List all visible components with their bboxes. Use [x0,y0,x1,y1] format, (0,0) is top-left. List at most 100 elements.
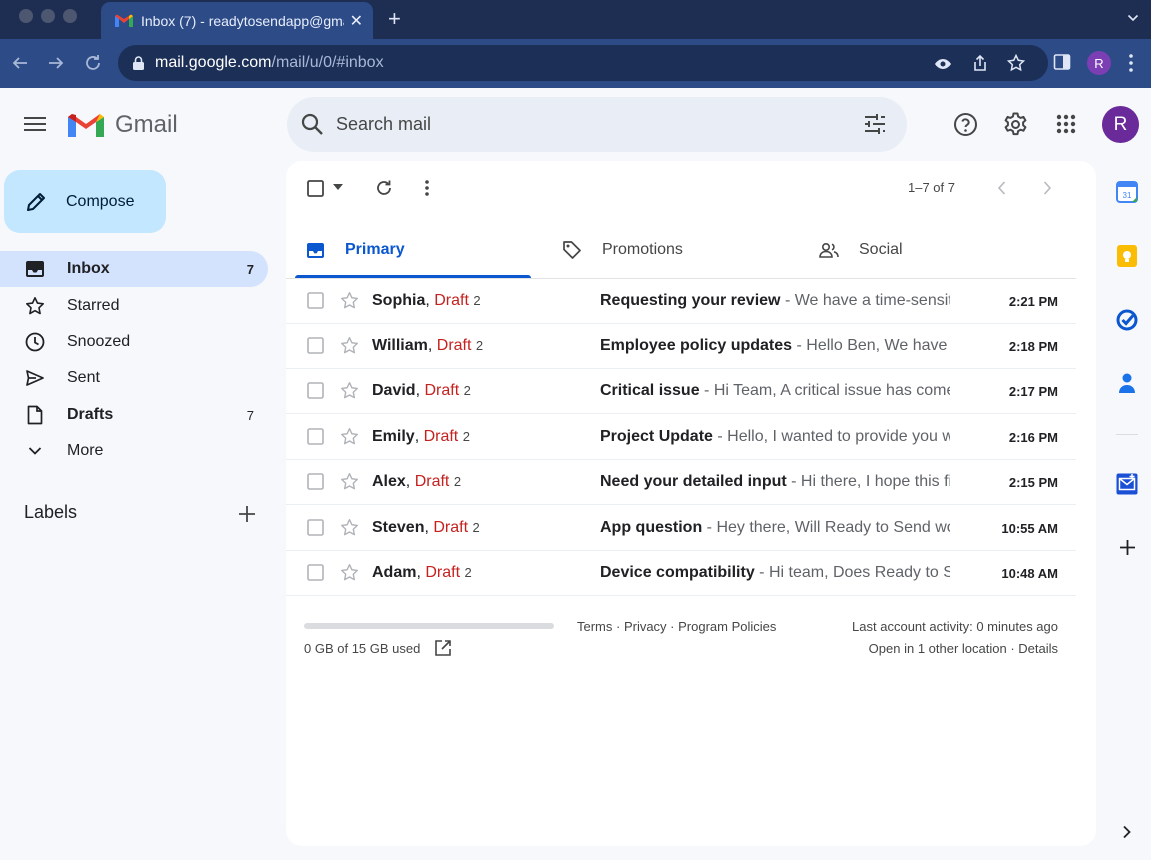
email-time: 2:18 PM [1008,339,1058,354]
star-icon[interactable] [340,472,359,491]
sidebar-item-inbox[interactable]: Inbox 7 [0,251,268,287]
tab-title: Inbox (7) - readytosendapp@gmail.com [141,12,344,29]
row-checkbox[interactable] [307,428,324,445]
star-icon[interactable] [340,291,359,310]
sidebar-item-sent[interactable]: Sent [0,360,268,396]
star-icon[interactable] [340,518,359,537]
account-avatar[interactable]: R [1102,106,1139,143]
star-icon[interactable] [340,336,359,355]
email-row[interactable]: Alex, Draft 2 Need your detailed input -… [286,460,1076,505]
open-external-icon[interactable] [434,639,452,657]
tag-icon [563,241,581,259]
browser-menu-icon[interactable] [1128,53,1134,73]
row-checkbox[interactable] [307,292,324,309]
row-checkbox[interactable] [307,382,324,399]
tab-close-icon[interactable]: ✕ [350,11,363,31]
main-menu-icon[interactable] [24,115,46,133]
select-all-checkbox[interactable] [307,180,324,197]
eye-icon[interactable] [934,55,952,73]
search-options-icon[interactable] [863,112,887,136]
email-row[interactable]: Emily, Draft 2 Project Update - Hello, I… [286,415,1076,460]
bookmark-star-icon[interactable] [1007,54,1025,72]
unread-count: 7 [246,261,254,277]
email-subject: Need your detailed input - Hi there, I h… [600,473,950,490]
url-path: /mail/u/0/#inbox [271,54,384,71]
star-icon[interactable] [340,381,359,400]
new-tab-button[interactable]: + [388,7,401,31]
row-checkbox[interactable] [307,519,324,536]
tab-label: Primary [345,241,405,258]
window-close-dot[interactable] [19,9,33,23]
calendar-icon[interactable]: 31 [1116,181,1138,203]
pencil-icon [27,192,45,211]
share-icon[interactable] [971,54,989,72]
get-addons-icon[interactable] [1119,539,1136,556]
email-sender: Steven, Draft 2 [372,519,480,536]
row-checkbox[interactable] [307,473,324,490]
side-panel-divider [1116,434,1138,435]
sidebar-item-more[interactable]: More [0,433,268,469]
email-sender: Emily, Draft 2 [372,428,470,445]
sidebar-item-snoozed[interactable]: Snoozed [0,324,268,360]
refresh-icon[interactable] [375,179,393,197]
sidebar-item-label: Sent [67,369,100,386]
browser-tab-gmail[interactable]: Inbox (7) - readytosendapp@gmail.com ✕ [101,2,373,39]
row-checkbox[interactable] [307,337,324,354]
compose-button[interactable]: Compose [4,170,166,233]
footer-links[interactable]: Terms · Privacy · Program Policies [577,619,776,634]
gmail-logo-icon[interactable] [68,113,104,139]
search-icon[interactable] [300,112,324,136]
email-time: 2:15 PM [1008,475,1058,490]
email-row[interactable]: Sophia, Draft 2 Requesting your review -… [286,279,1076,324]
drafts-count: 7 [246,407,254,423]
settings-gear-icon[interactable] [1003,112,1028,137]
browser-toolbar: mail.google.com/mail/u/0/#inbox R [0,39,1151,88]
back-arrow-icon[interactable] [10,53,30,73]
apps-grid-icon[interactable] [1056,114,1076,134]
email-subject: Device compatibility - Hi team, Does Rea… [600,564,950,581]
row-checkbox[interactable] [307,564,324,581]
email-row[interactable]: William, Draft 2 Employee policy updates… [286,324,1076,369]
inbox-icon [307,242,324,258]
email-row[interactable]: Steven, Draft 2 App question - Hey there… [286,506,1076,551]
tasks-icon[interactable] [1116,309,1138,331]
email-subject: Employee policy updates - Hello Ben, We … [600,337,950,354]
tab-search-chevron-icon[interactable] [1127,12,1139,24]
email-row[interactable]: Adam, Draft 2 Device compatibility - Hi … [286,551,1076,596]
star-icon[interactable] [340,563,359,582]
window-minimize-dot[interactable] [41,9,55,23]
browser-profile-avatar[interactable]: R [1087,51,1111,75]
sidebar-item-label: Inbox [67,260,110,277]
side-panel-icon[interactable] [1053,53,1071,71]
contacts-icon[interactable] [1116,372,1138,394]
expand-side-panel-icon[interactable] [1122,825,1132,839]
email-row[interactable]: David, Draft 2 Critical issue - Hi Team,… [286,369,1076,414]
email-time: 2:21 PM [1008,294,1058,309]
activity-details-link[interactable]: Open in 1 other location · Details [869,641,1058,656]
storage-usage-text: 0 GB of 15 GB used [304,641,421,656]
tab-promotions[interactable]: Promotions [562,222,683,278]
older-page-icon[interactable] [1041,180,1053,196]
tab-label: Social [859,241,903,258]
address-bar[interactable]: mail.google.com/mail/u/0/#inbox [118,45,1048,81]
email-time: 10:55 AM [1001,521,1058,536]
keep-icon[interactable] [1116,245,1138,267]
email-subject: Critical issue - Hi Team, A critical iss… [600,382,950,399]
newer-page-icon[interactable] [996,180,1008,196]
add-label-icon[interactable] [238,505,256,523]
email-time: 10:48 AM [1001,566,1058,581]
reload-icon[interactable] [83,53,103,73]
star-icon[interactable] [340,427,359,446]
ready-to-send-addon-icon[interactable] [1116,473,1138,495]
forward-arrow-icon[interactable] [46,53,66,73]
search-input[interactable] [336,110,836,138]
tab-social[interactable]: Social [819,222,903,278]
sidebar-item-starred[interactable]: Starred [0,288,268,324]
window-zoom-dot[interactable] [63,9,77,23]
email-time: 2:17 PM [1008,384,1058,399]
sidebar-item-drafts[interactable]: Drafts 7 [0,397,268,433]
help-icon[interactable] [953,112,978,137]
select-caret-icon[interactable] [333,184,343,190]
tab-primary[interactable]: Primary [306,222,405,278]
more-options-icon[interactable] [424,179,430,197]
